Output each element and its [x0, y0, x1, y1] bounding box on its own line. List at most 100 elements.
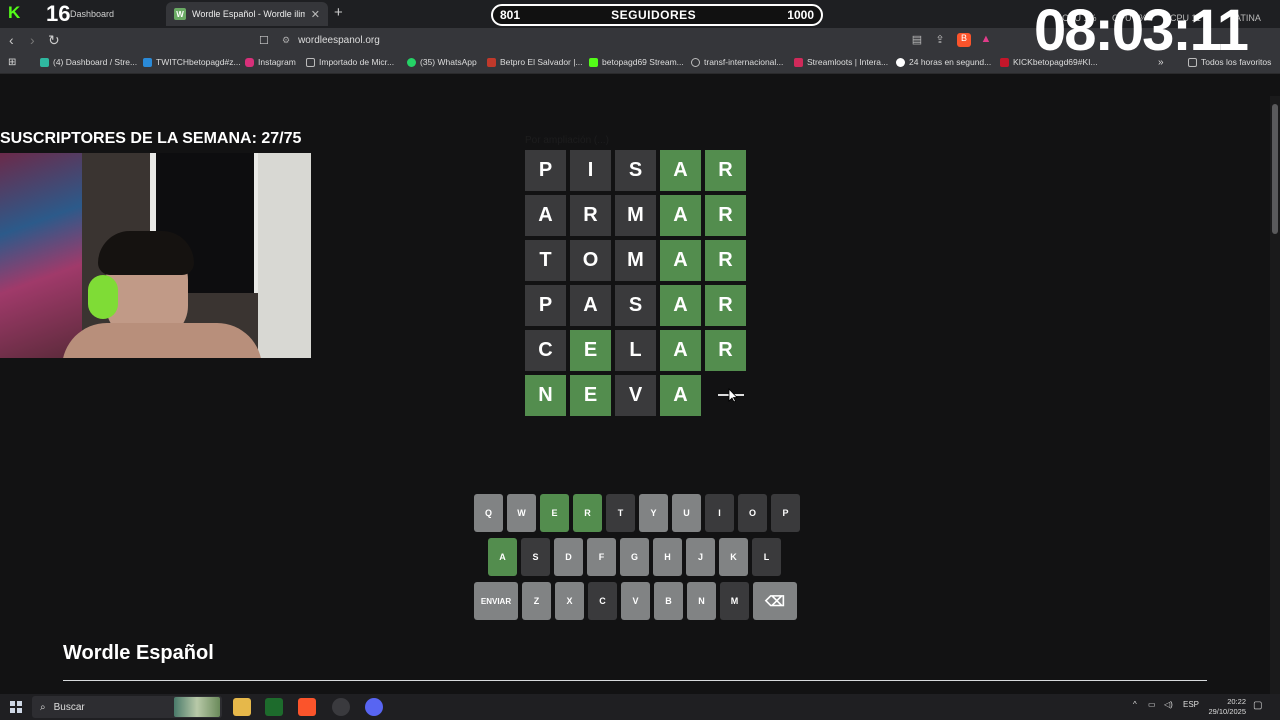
key-g[interactable]: G [620, 538, 649, 576]
tile-correct: A [660, 195, 701, 236]
key-c[interactable]: C [588, 582, 617, 620]
backspace-key[interactable]: ⌫ [753, 582, 797, 620]
bookmark-item[interactable]: Streamloots | Intera... [794, 57, 888, 67]
network-icon[interactable]: ▭ [1148, 700, 1156, 709]
key-z[interactable]: Z [522, 582, 551, 620]
followers-goal-bar: 801 SEGUIDORES 1000 [491, 4, 823, 26]
key-b[interactable]: B [654, 582, 683, 620]
page-title: Wordle Español [63, 642, 214, 664]
taskbar-search[interactable]: ⌕ Buscar [32, 696, 222, 718]
tile-correct: R [705, 150, 746, 191]
wordle-favicon-icon: W [174, 8, 186, 20]
bookmark-favicon-icon [794, 57, 803, 67]
key-j[interactable]: J [686, 538, 715, 576]
apps-grid-icon[interactable]: ⊞ [8, 57, 16, 68]
bookmark-favicon-icon [1000, 57, 1009, 67]
key-v[interactable]: V [621, 582, 650, 620]
bookmark-item[interactable]: betopagd69 Stream... [589, 57, 684, 67]
taskbar-clock[interactable]: 20:22 29/10/2025 [1200, 697, 1246, 717]
key-u[interactable]: U [672, 494, 701, 532]
tile-correct: E [570, 375, 611, 416]
key-d[interactable]: D [554, 538, 583, 576]
key-r[interactable]: R [573, 494, 602, 532]
brave-rewards-icon[interactable]: ▲ [979, 33, 993, 47]
back-icon[interactable]: ‹ [9, 32, 14, 48]
key-e[interactable]: E [540, 494, 569, 532]
file-explorer-icon[interactable] [233, 698, 251, 716]
bookmark-item[interactable]: Betpro El Salvador |... [487, 57, 583, 67]
language-indicator[interactable]: ESP [1183, 700, 1199, 709]
key-y[interactable]: Y [639, 494, 668, 532]
tab-dashboard[interactable]: Dashboard [62, 2, 164, 26]
address-bar[interactable]: ⚙ wordleespanol.org [282, 31, 902, 49]
tile-absent: M [615, 240, 656, 281]
tile-absent: S [615, 285, 656, 326]
key-n[interactable]: N [687, 582, 716, 620]
tile-absent: P [525, 285, 566, 326]
notifications-icon[interactable]: ▢ [1253, 700, 1262, 711]
key-o[interactable]: O [738, 494, 767, 532]
key-x[interactable]: X [555, 582, 584, 620]
key-t[interactable]: T [606, 494, 635, 532]
reader-icon[interactable]: ▤ [910, 33, 924, 47]
tile-absent: O [570, 240, 611, 281]
key-k[interactable]: K [719, 538, 748, 576]
key-p[interactable]: P [771, 494, 800, 532]
close-icon[interactable]: ✕ [311, 8, 320, 21]
scrollbar-thumb[interactable] [1272, 104, 1278, 234]
tile-absent: R [570, 195, 611, 236]
bookmark-item[interactable]: (35) WhatsApp [407, 57, 477, 67]
new-tab-icon[interactable]: + [334, 4, 343, 21]
forward-icon[interactable]: › [30, 32, 35, 48]
search-highlight-image [174, 697, 220, 717]
headset-icon [88, 275, 118, 319]
key-a[interactable]: A [488, 538, 517, 576]
key-s[interactable]: S [521, 538, 550, 576]
site-info-icon[interactable]: ⚙ [282, 35, 290, 46]
reload-icon[interactable]: ↻ [48, 32, 60, 49]
key-i[interactable]: I [705, 494, 734, 532]
key-h[interactable]: H [653, 538, 682, 576]
tab-wordle[interactable]: W Wordle Español - Wordle ilimitado ✕ [166, 2, 328, 26]
bookmark-item[interactable]: 24 horas en segund... [896, 57, 991, 67]
streamer-body [62, 323, 262, 358]
key-l[interactable]: L [752, 538, 781, 576]
tile-absent: M [615, 195, 656, 236]
bookmark-favicon-icon [143, 57, 152, 67]
bookmark-item[interactable]: Instagram [245, 57, 296, 67]
tile-absent: I [570, 150, 611, 191]
key-m[interactable]: M [720, 582, 749, 620]
grid-row: CELAR [525, 330, 747, 371]
tray-chevron-icon[interactable]: ^ [1133, 700, 1137, 709]
tile-absent: L [615, 330, 656, 371]
bookmark-icon[interactable]: ☐ [259, 34, 269, 47]
url-text: wordleespanol.org [298, 34, 380, 46]
key-q[interactable]: Q [474, 494, 503, 532]
brave-shields-icon[interactable]: B [957, 33, 971, 47]
volume-icon[interactable]: ◁) [1164, 700, 1173, 709]
brave-browser-icon[interactable] [298, 698, 316, 716]
webcam-person [0, 153, 311, 358]
share-icon[interactable]: ⇪ [933, 33, 947, 47]
nvidia-icon[interactable] [265, 698, 283, 716]
bookmark-item[interactable]: transf-internacional... [691, 57, 783, 67]
tile-absent: A [570, 285, 611, 326]
enter-key[interactable]: ENVIAR [474, 582, 518, 620]
bookmark-item[interactable]: (4) Dashboard / Stre... [40, 57, 137, 67]
tile-correct: A [660, 330, 701, 371]
bookmark-item[interactable]: TWITCHbetopagd#z... [143, 57, 241, 67]
windows-start-icon[interactable] [10, 701, 22, 713]
bookmark-item[interactable]: Importado de Micr... [306, 57, 394, 67]
obs-icon[interactable] [332, 698, 350, 716]
grid-row: TOMAR [525, 240, 747, 281]
tile-absent: A [525, 195, 566, 236]
tile-correct: A [660, 375, 701, 416]
discord-icon[interactable] [365, 698, 383, 716]
tile-correct: R [705, 330, 746, 371]
tile-correct: E [570, 330, 611, 371]
key-w[interactable]: W [507, 494, 536, 532]
tile-correct: A [660, 240, 701, 281]
key-f[interactable]: F [587, 538, 616, 576]
subs-week-title: SUSCRIPTORES DE LA SEMANA: 27/75 [0, 130, 302, 147]
screen: K 16 Dashboard W Wordle Español - Wordle… [0, 0, 1280, 720]
